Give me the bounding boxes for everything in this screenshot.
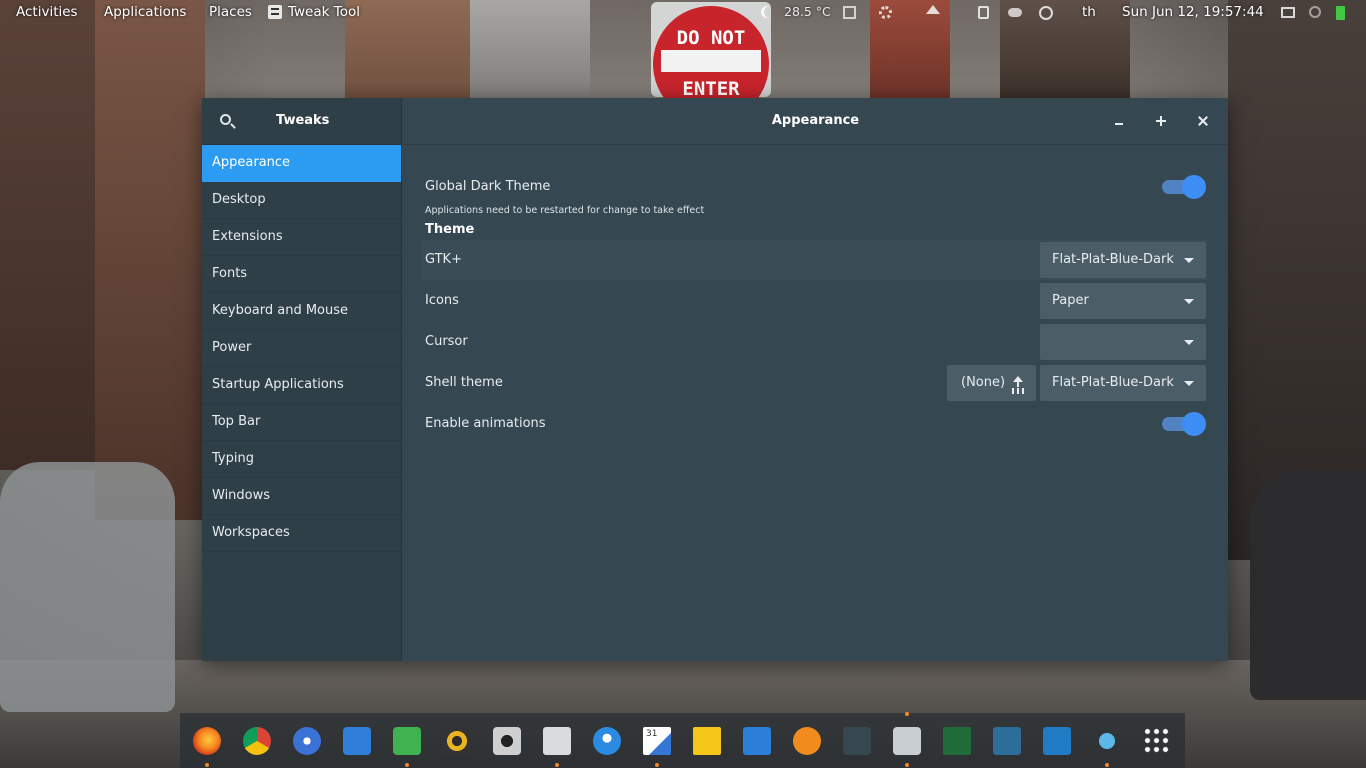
shell-theme-label: Shell theme: [425, 375, 503, 390]
global-dark-theme-switch[interactable]: [1162, 175, 1206, 199]
enable-animations-label: Enable animations: [425, 416, 546, 431]
tweak-tool-icon: [268, 5, 282, 19]
gtk-label: GTK+: [425, 252, 462, 267]
sidebar-item-typing[interactable]: Typing: [202, 441, 401, 478]
sidebar-item-keyboard-and-mouse[interactable]: Keyboard and Mouse: [202, 293, 401, 330]
dock: 31: [180, 712, 1185, 768]
workspace-grid-icon[interactable]: [843, 6, 856, 19]
weather-indicator[interactable]: 28.5 °C: [760, 4, 831, 19]
files-icon[interactable]: [543, 727, 571, 755]
shell-theme-upload-button[interactable]: (None): [947, 365, 1036, 401]
calendar-icon[interactable]: 31: [643, 727, 671, 755]
sidebar-item-top-bar[interactable]: Top Bar: [202, 404, 401, 441]
volume-icon[interactable]: [1309, 6, 1321, 18]
sidebar-item-power[interactable]: Power: [202, 330, 401, 367]
mysql-workbench-icon[interactable]: [993, 727, 1021, 755]
stop-sign-text: DO NOT: [676, 27, 746, 49]
music-player-icon[interactable]: [443, 727, 471, 755]
chevron-down-icon: [1184, 258, 1194, 263]
sync-icon[interactable]: [793, 727, 821, 755]
screen-icon[interactable]: [1281, 7, 1295, 18]
sidebar-item-desktop[interactable]: Desktop: [202, 182, 401, 219]
global-dark-theme-label: Global Dark Theme: [425, 179, 551, 194]
terminal-icon[interactable]: [843, 727, 871, 755]
firefox-icon[interactable]: [193, 727, 221, 755]
ubuntu-one-icon[interactable]: [1039, 6, 1053, 20]
wallpaper-car: [1250, 470, 1366, 700]
messaging-icon[interactable]: [343, 727, 371, 755]
sidebar-list: Appearance Desktop Extensions Fonts Keyb…: [202, 145, 401, 552]
cloud-icon[interactable]: [1008, 8, 1022, 17]
vscode-icon[interactable]: [1043, 727, 1071, 755]
shell-theme-value: Flat-Plat-Blue-Dark: [1052, 375, 1174, 390]
eject-icon[interactable]: [926, 5, 940, 14]
tweaks-icon[interactable]: [893, 727, 921, 755]
system-monitor-icon[interactable]: [943, 727, 971, 755]
stop-sign-text: ENTER: [682, 78, 740, 100]
moon-icon: [764, 6, 776, 18]
sidebar-item-workspaces[interactable]: Workspaces: [202, 515, 401, 552]
upload-icon: [1012, 376, 1024, 390]
gtk-theme-dropdown[interactable]: Flat-Plat-Blue-Dark: [1040, 242, 1206, 278]
app-menu-label: Tweak Tool: [288, 4, 360, 20]
tasks-check-icon[interactable]: [743, 727, 771, 755]
wallpaper-building: [0, 0, 95, 470]
enable-animations-switch[interactable]: [1162, 412, 1206, 436]
applications-menu[interactable]: Applications: [104, 4, 186, 20]
gtk-theme-value: Flat-Plat-Blue-Dark: [1052, 252, 1174, 267]
wallpaper-car: [0, 462, 175, 712]
maximize-button[interactable]: [1150, 110, 1172, 132]
icons-label: Icons: [425, 293, 459, 308]
sidebar-item-appearance[interactable]: Appearance: [202, 145, 401, 182]
settings-gear-icon[interactable]: [879, 6, 892, 19]
clock[interactable]: Sun Jun 12, 19:57:44: [1122, 4, 1264, 20]
sidebar-header: Tweaks: [202, 98, 401, 145]
cursor-theme-dropdown[interactable]: [1040, 324, 1206, 360]
sidebar-title: Tweaks: [276, 113, 330, 128]
top-bar: Activities Applications Places Tweak Too…: [0, 0, 1366, 25]
input-language[interactable]: th: [1082, 4, 1096, 20]
tweak-tool-window: Tweaks Appearance Desktop Extensions Fon…: [202, 98, 1228, 661]
sidebar-item-startup-applications[interactable]: Startup Applications: [202, 367, 401, 404]
hashtag-icon[interactable]: [393, 727, 421, 755]
chevron-down-icon: [1184, 381, 1194, 386]
shotwell-icon[interactable]: [1093, 727, 1121, 755]
sidebar-item-windows[interactable]: Windows: [202, 478, 401, 515]
places-menu[interactable]: Places: [209, 4, 252, 20]
sticky-notes-icon[interactable]: [693, 727, 721, 755]
search-icon[interactable]: [220, 114, 231, 125]
sidebar-item-fonts[interactable]: Fonts: [202, 256, 401, 293]
sidebar: Tweaks Appearance Desktop Extensions Fon…: [202, 98, 402, 661]
bird-icon[interactable]: [593, 727, 621, 755]
weather-temperature: 28.5 °C: [784, 4, 831, 19]
shell-theme-upload-label: (None): [961, 375, 1006, 390]
theme-section-title: Theme: [425, 222, 475, 237]
icons-theme-value: Paper: [1052, 293, 1089, 308]
chrome-icon[interactable]: [243, 727, 271, 755]
app-menu[interactable]: Tweak Tool: [268, 4, 360, 20]
safari-compass-icon[interactable]: [293, 727, 321, 755]
header-bar: Appearance: [403, 98, 1228, 145]
shell-theme-dropdown[interactable]: Flat-Plat-Blue-Dark: [1040, 365, 1206, 401]
activities-button[interactable]: Activities: [16, 4, 78, 20]
chevron-down-icon: [1184, 299, 1194, 304]
close-button[interactable]: [1192, 110, 1214, 132]
clipboard-icon[interactable]: [978, 6, 989, 19]
calendar-day: 31: [646, 729, 658, 739]
app-grid-icon[interactable]: [1143, 727, 1171, 755]
wallpaper-building: [95, 0, 205, 520]
cursor-label: Cursor: [425, 334, 468, 349]
icons-theme-dropdown[interactable]: Paper: [1040, 283, 1206, 319]
chevron-down-icon: [1184, 340, 1194, 345]
sidebar-item-extensions[interactable]: Extensions: [202, 219, 401, 256]
battery-icon[interactable]: [1336, 6, 1345, 20]
camera-icon[interactable]: [493, 727, 521, 755]
page-title: Appearance: [771, 113, 860, 128]
minimize-button[interactable]: [1108, 110, 1130, 132]
restart-note: Applications need to be restarted for ch…: [425, 205, 705, 216]
